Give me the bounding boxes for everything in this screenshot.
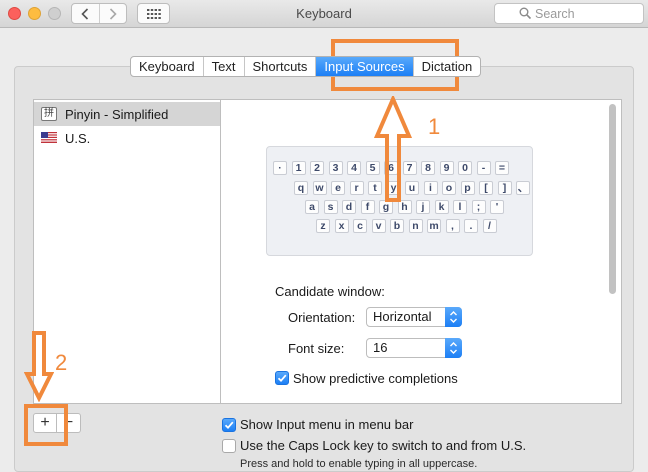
tab-dictation[interactable]: Dictation: [414, 57, 481, 76]
tab-text[interactable]: Text: [204, 57, 245, 76]
source-item-pinyin[interactable]: 拼 Pinyin - Simplified: [34, 102, 220, 126]
keyboard-key: m: [427, 219, 441, 233]
checkmark-icon: [277, 374, 287, 383]
down-arrow-annotation-icon: [24, 331, 54, 402]
up-arrow-annotation-icon: [373, 96, 413, 202]
keyboard-key: 2: [310, 161, 324, 175]
keyboard-key: 9: [439, 161, 454, 175]
font-size-popup[interactable]: 16: [366, 338, 462, 358]
keyboard-key: .: [464, 219, 478, 233]
predictive-completions-label: Show predictive completions: [293, 371, 458, 386]
title-bar: Keyboard Search: [0, 0, 648, 28]
show-input-menu-checkbox[interactable]: [222, 418, 236, 432]
keyboard-key: v: [371, 219, 386, 233]
keyboard-key: 8: [421, 161, 435, 175]
keyboard-key: [: [479, 181, 493, 195]
updown-chevron-icon: [445, 307, 462, 327]
search-placeholder: Search: [535, 6, 575, 21]
keyboard-key: s: [323, 200, 338, 214]
keyboard-key: d: [342, 200, 356, 214]
orientation-value: Horizontal: [373, 309, 432, 324]
keyboard-key: l: [453, 200, 467, 214]
keyboard-key: k: [434, 200, 449, 214]
font-size-value: 16: [373, 340, 388, 355]
add-button-highlight-box: [24, 404, 68, 446]
tab-keyboard[interactable]: Keyboard: [131, 57, 204, 76]
checkmark-icon: [224, 421, 234, 430]
tab-bar: Keyboard Text Shortcuts Input Sources Di…: [130, 56, 482, 77]
pinyin-icon: 拼: [41, 107, 57, 121]
predictive-completions-checkbox[interactable]: [275, 371, 289, 385]
orientation-label: Orientation:: [288, 310, 356, 325]
caps-lock-hint: Press and hold to enable typing in all u…: [240, 458, 478, 470]
keyboard-key: ,: [445, 219, 460, 233]
tab-shortcuts[interactable]: Shortcuts: [245, 57, 317, 76]
step-2-label: 2: [55, 350, 68, 375]
keyboard-key: j: [416, 200, 430, 214]
scrollbar[interactable]: [609, 104, 616, 294]
keyboard-key: 1: [291, 161, 306, 175]
keyboard-key: -: [476, 161, 491, 175]
keyboard-key: q: [294, 181, 308, 195]
keyboard-key: a: [305, 200, 319, 214]
keyboard-key: i: [423, 181, 438, 195]
source-label: Pinyin - Simplified: [65, 106, 169, 122]
source-detail-pane: · 1 2 3 4 5 6 7 8 9 0- = q w e r t y u i o p[]、 a s d f g h j k l; ' z x c…: [221, 99, 622, 404]
us-flag-icon: [41, 131, 57, 145]
source-label: U.S.: [65, 130, 91, 146]
candidate-window-heading: Candidate window:: [275, 284, 385, 299]
keyboard-key: w: [312, 181, 327, 195]
orientation-popup[interactable]: Horizontal: [366, 307, 462, 327]
keyboard-key: b: [390, 219, 404, 233]
keyboard-key: ·: [273, 161, 287, 175]
show-input-menu-label: Show Input menu in menu bar: [240, 417, 414, 432]
caps-lock-label: Use the Caps Lock key to switch to and f…: [240, 438, 527, 453]
keyboard-key: 、: [516, 181, 530, 195]
keyboard-key: p: [460, 181, 475, 195]
keyboard-key: n: [408, 219, 423, 233]
keyboard-key: e: [331, 181, 345, 195]
keyboard-key: z: [316, 219, 330, 233]
search-icon: [519, 7, 532, 20]
keyboard-key: 3: [328, 161, 343, 175]
keyboard-key: 0: [458, 161, 472, 175]
source-item-us[interactable]: U.S.: [34, 126, 220, 150]
keyboard-key: r: [349, 181, 364, 195]
font-size-label: Font size:: [288, 341, 345, 356]
keyboard-key: =: [495, 161, 509, 175]
search-field[interactable]: Search: [494, 3, 644, 24]
keyboard-key: c: [353, 219, 367, 233]
updown-chevron-icon: [445, 338, 462, 358]
keyboard-key: ;: [471, 200, 486, 214]
caps-lock-checkbox[interactable]: [222, 439, 236, 453]
keyboard-key: x: [334, 219, 349, 233]
keyboard-key: /: [482, 219, 497, 233]
keyboard-key: ]: [497, 181, 512, 195]
step-1-label: 1: [428, 114, 441, 139]
keyboard-key: 4: [347, 161, 361, 175]
keyboard-key: o: [442, 181, 456, 195]
keyboard-key: ': [490, 200, 504, 214]
tab-input-sources[interactable]: Input Sources: [316, 57, 414, 76]
